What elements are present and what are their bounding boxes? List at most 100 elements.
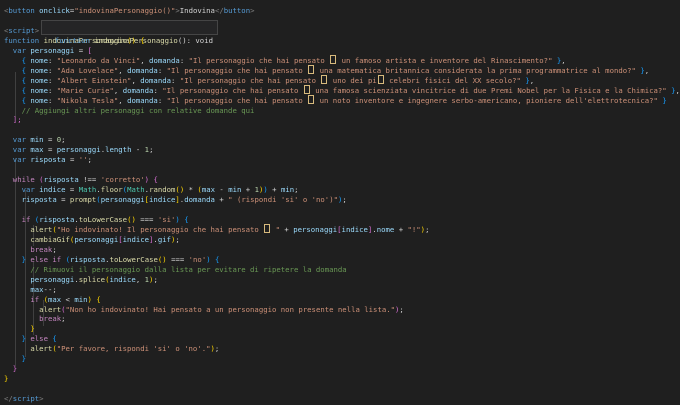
code-token: "Per favore, rispondi 'si' o 'no'." — [56, 344, 211, 354]
code-token: script — [12, 394, 40, 404]
code-token: button — [223, 6, 251, 15]
code-token: --; — [43, 284, 57, 294]
code-token: "Marie Curie" — [56, 85, 114, 95]
code-token: risposta — [39, 214, 75, 224]
code-token: Math — [78, 185, 97, 195]
code-token: - — [131, 145, 145, 155]
invalid-char-highlight — [303, 84, 310, 94]
code-token: indice — [122, 234, 150, 244]
code-token: domanda — [140, 75, 172, 85]
code-token: , — [140, 55, 150, 65]
code-token: "Albert Einstein" — [56, 75, 132, 85]
code-token: ; — [52, 244, 57, 254]
code-token: domanda — [127, 95, 158, 105]
code-token: + — [214, 195, 229, 205]
code-token: 'corretto' — [100, 175, 145, 185]
code-token: = — [43, 145, 57, 155]
code-token: ; — [342, 195, 347, 205]
code-token: < — [61, 294, 75, 304]
code-editor[interactable]: < button onclick = "indovinaPersonaggio()" >… — [0, 0, 680, 405]
code-token: break — [30, 244, 53, 254]
code-token: random — [149, 185, 176, 195]
code-token: () — [157, 254, 167, 264]
code-token: : — [157, 95, 167, 105]
code-token: , — [675, 85, 680, 95]
code-token: personaggi — [56, 145, 101, 155]
code-token: domanda — [127, 65, 158, 75]
code-token: { — [153, 175, 158, 185]
code-token: - — [215, 185, 229, 195]
code-token: nome — [30, 75, 48, 85]
code-token: nome — [30, 95, 48, 105]
code-token: indice — [341, 224, 368, 234]
hover-tooltip: function indovinaPersonaggio(): void — [41, 20, 218, 45]
code-token: = — [65, 185, 79, 195]
code-token: ; — [61, 314, 66, 324]
code-token: , — [135, 274, 145, 284]
code-token: { — [96, 294, 101, 304]
code-token: if — [52, 254, 62, 264]
code-token: if — [30, 294, 40, 304]
code-token: while — [12, 175, 35, 185]
code-token: "Il personaggio che hai pensato — [166, 95, 308, 105]
code-token: = — [74, 45, 88, 55]
code-token: ; — [399, 304, 404, 314]
code-token: } — [21, 354, 26, 364]
code-token: === — [135, 214, 158, 224]
code-token: min — [228, 185, 242, 195]
code-token: ; — [294, 185, 299, 195]
code-token: ; — [61, 135, 66, 145]
code-token: celebri fisici del XX secolo?" — [384, 75, 521, 85]
code-token: " (rispondi 'si' o 'no')" — [228, 195, 338, 205]
code-token: max — [201, 185, 215, 195]
code-token: + — [394, 224, 408, 234]
code-token: toLowerCase — [109, 254, 158, 264]
invalid-char-highlight — [308, 94, 315, 104]
code-token: : — [171, 75, 180, 85]
code-token: nome — [30, 55, 48, 65]
code-line: risposta = prompt(personaggi[indice].dom… — [4, 194, 347, 205]
code-token: 'no' — [188, 254, 207, 264]
code-token: , — [131, 75, 141, 85]
code-token: , — [118, 95, 128, 105]
code-token: else — [30, 254, 48, 264]
code-token: = — [56, 195, 70, 205]
code-token: var — [21, 185, 35, 195]
invalid-char-highlight — [308, 64, 315, 74]
code-token: domanda — [184, 195, 215, 205]
code-token: length — [105, 145, 132, 155]
code-token: "Il personaggio che hai pensato — [188, 55, 330, 65]
code-token: max — [30, 145, 44, 155]
code-token: min — [30, 135, 44, 145]
code-token: { — [184, 214, 189, 224]
code-token: personaggi — [100, 195, 145, 205]
code-token: ; — [425, 224, 430, 234]
code-token: () — [127, 214, 136, 224]
code-token: "Il personaggio che hai pensato — [179, 75, 321, 85]
code-token: ; — [153, 274, 158, 284]
code-token: } — [662, 95, 667, 105]
code-token: "Nikola Tesla" — [56, 95, 119, 105]
code-token: function — [4, 35, 40, 45]
code-token: "Ada Lovelace" — [56, 65, 119, 75]
code-token: break — [39, 314, 62, 324]
code-token: '' — [78, 155, 88, 165]
code-token: alert — [39, 304, 62, 314]
code-token: personaggi — [74, 234, 119, 244]
code-token: Math — [127, 185, 145, 195]
hover-function-name: indovinaPersonaggio — [94, 36, 178, 45]
